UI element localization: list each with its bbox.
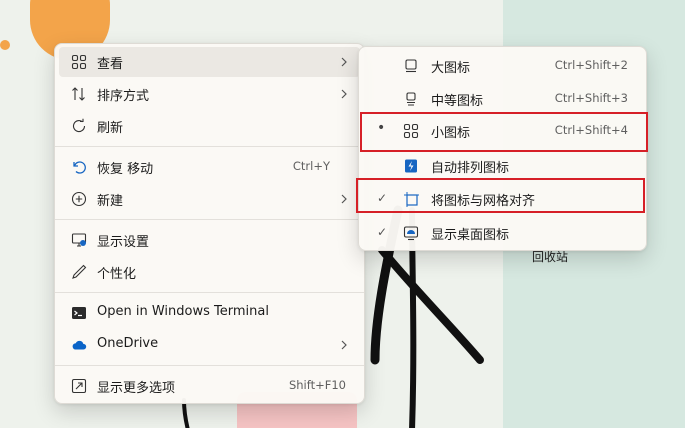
- small-icons-icon: [403, 123, 419, 139]
- submenu-item-small-icons[interactable]: • 小图标 Ctrl+Shift+4: [363, 116, 642, 146]
- chevron-right-icon: [341, 57, 347, 67]
- chevron-right-icon: [341, 340, 347, 350]
- menu-item-onedrive[interactable]: OneDrive: [59, 330, 360, 360]
- submenu-item-shortcut: Ctrl+Shift+2: [554, 58, 628, 72]
- display-settings-icon: [71, 233, 87, 247]
- view-submenu: 大图标 Ctrl+Shift+2 中等图标 Ctrl+Shift+3 • 小图标…: [358, 46, 647, 251]
- chevron-right-icon: [341, 194, 347, 204]
- submenu-item-label: 大图标: [431, 61, 471, 76]
- menu-item-show-more-options[interactable]: 显示更多选项 Shift+F10: [59, 371, 360, 401]
- selection-mark: [375, 91, 391, 107]
- menu-item-label: OneDrive: [97, 336, 159, 351]
- grid-icon: [71, 54, 87, 70]
- submenu-item-shortcut: Ctrl+Shift+3: [554, 91, 628, 105]
- submenu-item-auto-arrange[interactable]: 自动排列图标: [363, 151, 642, 181]
- menu-item-label: 个性化: [97, 267, 137, 282]
- menu-item-label: 显示更多选项: [97, 381, 176, 396]
- menu-item-shortcut: Shift+F10: [288, 378, 346, 392]
- submenu-item-large-icons[interactable]: 大图标 Ctrl+Shift+2: [363, 51, 642, 81]
- menu-item-new[interactable]: 新建: [59, 184, 360, 214]
- menu-item-personalize[interactable]: 个性化: [59, 257, 360, 287]
- chevron-right-icon: [341, 89, 347, 99]
- submenu-item-label: 中等图标: [431, 94, 484, 109]
- undo-icon: [73, 161, 86, 174]
- bullet-mark-icon: •: [377, 120, 386, 136]
- menu-item-label: 恢复 移动: [97, 162, 154, 177]
- checkmark-icon: ✓: [377, 225, 388, 239]
- menu-item-label: Open in Windows Terminal: [97, 304, 269, 319]
- menu-item-redo-move[interactable]: 恢复 移动 Ctrl+Y: [59, 152, 360, 182]
- menu-separator: [55, 365, 364, 366]
- expand-icon: [71, 378, 87, 394]
- submenu-item-align-to-grid[interactable]: ✓ 将图标与网格对齐: [363, 184, 642, 214]
- selection-mark: [375, 58, 391, 74]
- menu-item-view[interactable]: 查看: [59, 47, 360, 77]
- auto-arrange-icon: [405, 159, 417, 173]
- menu-item-label: 排序方式: [97, 89, 150, 104]
- menu-item-label: 新建: [97, 194, 124, 209]
- cloud-icon: [72, 340, 87, 350]
- submenu-item-label: 将图标与网格对齐: [431, 194, 536, 209]
- sort-icon: [72, 87, 85, 101]
- submenu-item-shortcut: Ctrl+Shift+4: [554, 123, 628, 137]
- menu-item-label: 刷新: [97, 121, 124, 136]
- menu-separator: [55, 146, 364, 147]
- submenu-item-label: 显示桌面图标: [431, 228, 510, 243]
- menu-separator: [55, 292, 364, 293]
- menu-item-refresh[interactable]: 刷新: [59, 111, 360, 141]
- menu-item-windows-terminal[interactable]: Open in Windows Terminal: [59, 298, 360, 328]
- menu-separator: [55, 219, 364, 220]
- large-icons-icon: [405, 59, 417, 73]
- submenu-item-medium-icons[interactable]: 中等图标 Ctrl+Shift+3: [363, 84, 642, 114]
- submenu-item-show-desktop-icons[interactable]: ✓ 显示桌面图标: [363, 218, 642, 248]
- menu-item-label: 显示设置: [97, 235, 150, 250]
- wallpaper-orange-dot: [0, 40, 10, 50]
- menu-item-display-settings[interactable]: 显示设置: [59, 225, 360, 255]
- medium-icons-icon: [406, 92, 416, 106]
- pen-icon: [72, 264, 87, 279]
- menu-item-sort[interactable]: 排序方式: [59, 79, 360, 109]
- menu-item-shortcut: Ctrl+Y: [292, 159, 330, 173]
- align-grid-icon: [404, 192, 419, 207]
- checkmark-icon: ✓: [377, 191, 388, 205]
- terminal-icon: [72, 307, 86, 319]
- menu-item-label: 查看: [97, 57, 124, 72]
- refresh-icon: [72, 118, 86, 133]
- show-desktop-icon: [403, 226, 419, 241]
- submenu-item-label: 自动排列图标: [431, 161, 510, 176]
- selection-mark: [375, 158, 391, 174]
- submenu-item-label: 小图标: [431, 126, 471, 141]
- plus-circle-icon: [71, 191, 87, 207]
- desktop-context-menu: 查看 排序方式 刷新 恢复 移动 Ctrl+Y 新建 显示设置 个性化 Open…: [54, 43, 365, 404]
